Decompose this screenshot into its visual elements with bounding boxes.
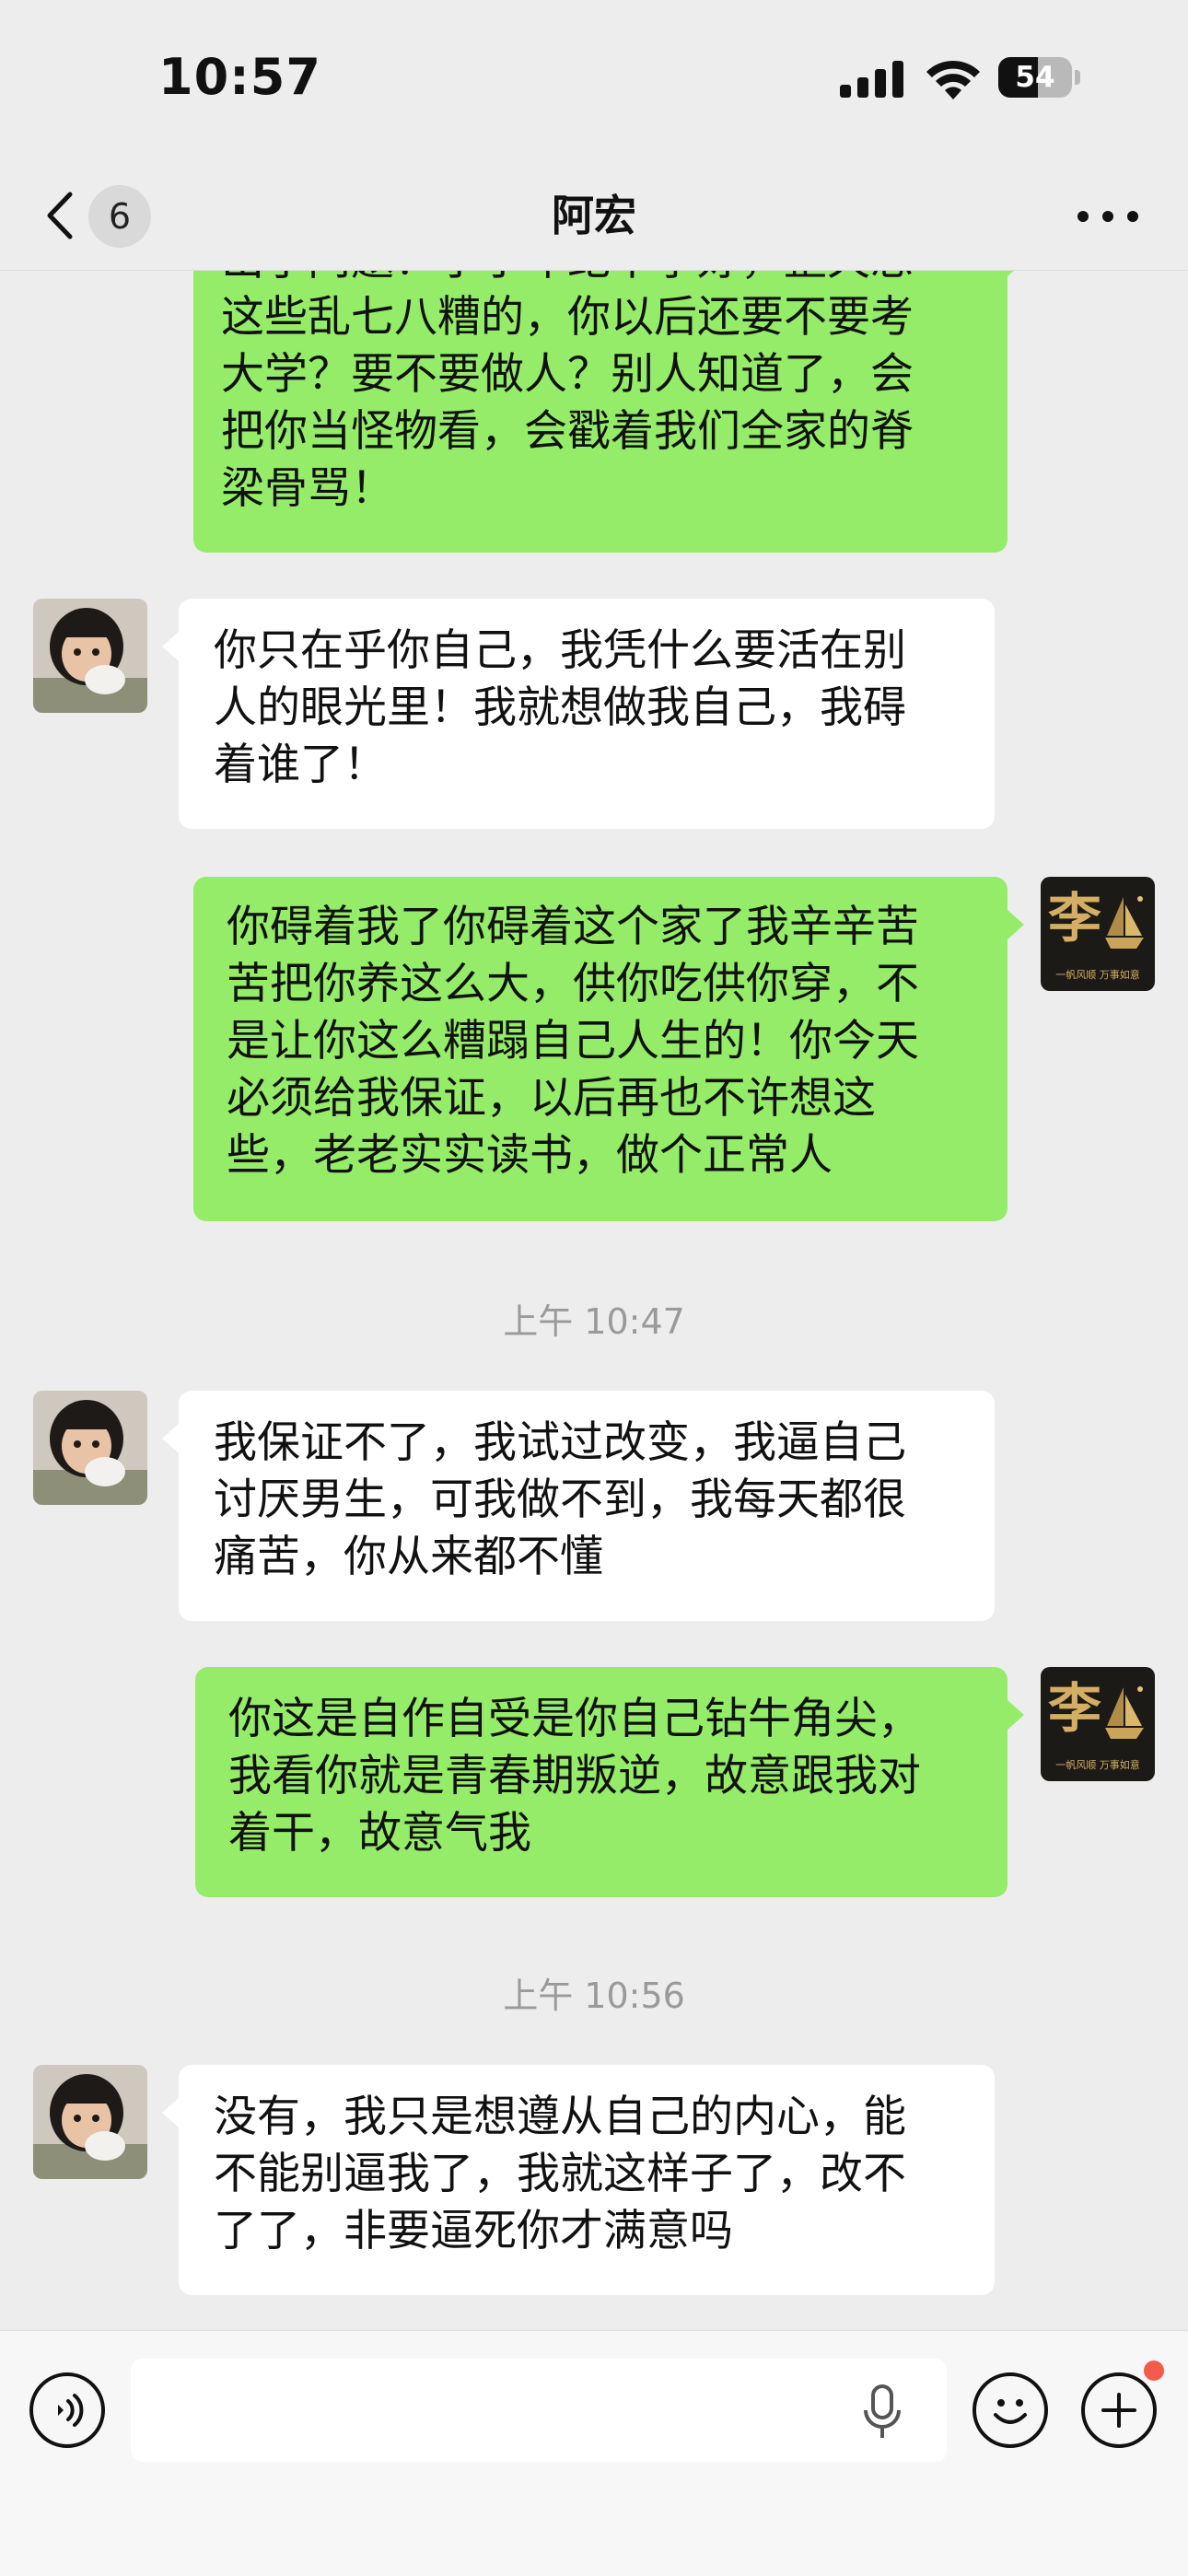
unread-count-badge: 6 [88, 185, 151, 248]
message-line: 没有，我只是想遵从自己的内心，能 [214, 2092, 906, 2142]
voice-icon [58, 2394, 84, 2427]
notification-dot [1144, 2360, 1164, 2381]
plus-icon [1101, 2393, 1136, 2428]
dot-icon [1077, 211, 1089, 222]
self-avatar[interactable]: 李 一帆风顺 万事如意 [1041, 1667, 1155, 1781]
message-line: 苦把你养这么大，供你吃供你穿，不 [227, 959, 919, 1009]
message-timestamp: 上午 10:56 [503, 1976, 685, 2016]
message-line: 把你当怪物看，会戳着我们全家的脊 [221, 406, 914, 457]
voice-mode-button[interactable] [29, 2372, 105, 2448]
incoming-message[interactable]: 没有，我只是想遵从自己的内心，能 不能别逼我了，我就这样子了，改不 了了，非要逼… [162, 2065, 995, 2295]
message-line: 讨厌男生，可我做不到，我每天都很 [214, 1474, 906, 1525]
message-line: 你只在乎你自己，我凭什么要活在别 [214, 625, 906, 676]
dot-icon [1102, 211, 1113, 222]
outgoing-message[interactable]: 你碍着我了你碍着这个家了我辛辛苦 苦把你养这么大，供你吃供你穿，不 是让你这么糟… [193, 877, 1024, 1221]
message-line: 我看你就是青春期叛逆，故意跟我对 [228, 1751, 921, 1801]
message-line: 着谁了！ [214, 740, 387, 790]
avatar-logo-char: 李 [1048, 1677, 1102, 1740]
microphone-icon[interactable] [862, 2384, 903, 2440]
avatar-tagline: 一帆风顺 万事如意 [1055, 1759, 1140, 1771]
dot-icon [1127, 211, 1138, 222]
chat-title: 阿宏 [552, 191, 636, 240]
emoji-icon [994, 2399, 1027, 2424]
message-line: 梁骨骂！ [221, 463, 394, 514]
status-bar: 10:57 54 [0, 0, 1188, 161]
message-line: 大学？要不要做人？别人知道了，会 [221, 349, 914, 400]
message-line: 是让你这么糟蹋自己人生的！你今天 [227, 1016, 919, 1067]
more-functions-button[interactable] [1081, 2372, 1157, 2448]
wifi-icon [926, 60, 980, 99]
message-line: 不能别逼我了，我就这样子了，改不 [214, 2149, 906, 2199]
chat-header: 6 阿宏 [0, 161, 1188, 271]
avatar-logo-char: 李 [1048, 887, 1102, 950]
incoming-message[interactable]: 我保证不了，我试过改变，我逼自己 讨厌男生，可我做不到，我每天都很 痛苦，你从来… [162, 1391, 995, 1621]
ship-logo-icon [1105, 896, 1144, 949]
incoming-message[interactable]: 你只在乎你自己，我凭什么要活在别 人的眼光里！我就想做我自己，我碍 着谁了！ [162, 599, 995, 829]
emoji-button[interactable] [973, 2372, 1048, 2448]
message-line: 人的眼光里！我就想做我自己，我碍 [214, 682, 906, 733]
ship-logo-icon [1105, 1686, 1144, 1739]
message-line: 你这是自作自受是你自己钻牛角尖， [228, 1694, 921, 1744]
message-line: 着干，故意气我 [228, 1808, 531, 1859]
outgoing-message[interactable]: 出了问题！小小年纪不学好，整天想 这些乱七八糟的，你以后还要不要考 大学？要不要… [193, 271, 1024, 553]
chevron-left-icon [47, 192, 73, 239]
message-timestamp: 上午 10:47 [503, 1301, 685, 1342]
back-button[interactable]: 6 [35, 172, 164, 255]
status-time: 10:57 [158, 48, 321, 106]
message-line: 这些乱七八糟的，你以后还要不要考 [221, 292, 914, 343]
message-line: 痛苦，你从来都不懂 [214, 1532, 603, 1582]
cellular-signal-icon [840, 61, 903, 98]
contact-avatar[interactable] [33, 2065, 147, 2179]
message-line: 你碍着我了你碍着这个家了我辛辛苦 [227, 902, 919, 952]
self-avatar[interactable]: 李 一帆风顺 万事如意 [1041, 877, 1155, 991]
message-line: 了了，非要逼死你才满意吗 [214, 2206, 733, 2256]
battery-indicator: 54 [998, 57, 1081, 98]
message-line: 些，老老实实读书，做个正常人 [227, 1130, 833, 1181]
message-line: 我保证不了，我试过改变，我逼自己 [214, 1417, 906, 1468]
battery-level: 54 [1015, 61, 1055, 94]
message-line: 必须给我保证，以后再也不许想这 [227, 1073, 876, 1124]
more-options-button[interactable] [1076, 194, 1140, 235]
avatar-tagline: 一帆风顺 万事如意 [1055, 969, 1140, 981]
outgoing-message[interactable]: 你这是自作自受是你自己钻牛角尖， 我看你就是青春期叛逆，故意跟我对 着干，故意气… [195, 1667, 1024, 1897]
contact-avatar[interactable] [33, 599, 147, 713]
message-input[interactable] [131, 2359, 947, 2462]
message-line: 出了问题！小小年纪不学好，整天想 [221, 271, 980, 289]
contact-avatar[interactable] [33, 1391, 147, 1505]
message-list[interactable]: 出了问题！小小年纪不学好，整天想 这些乱七八糟的，你以后还要不要考 大学？要不要… [0, 271, 1188, 2330]
input-bar [0, 2330, 1188, 2576]
